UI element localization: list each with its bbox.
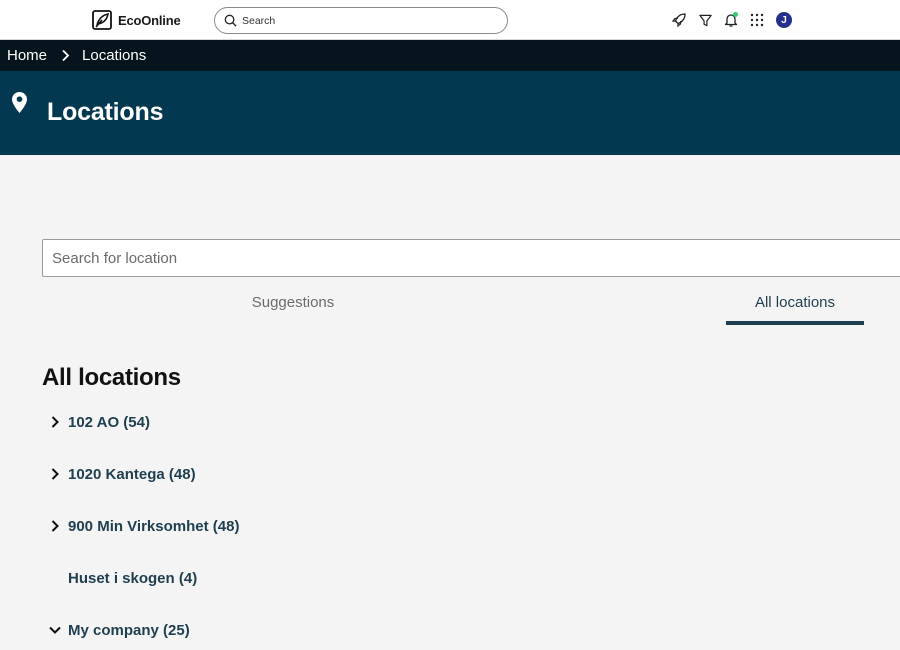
brand-name: EcoOnline — [118, 12, 181, 28]
tree-item-label[interactable]: 900 Min Virksomhet (48) — [68, 518, 239, 535]
user-avatar[interactable]: J — [776, 12, 792, 28]
rocket-icon[interactable] — [670, 11, 688, 29]
location-search[interactable] — [42, 239, 900, 277]
ecoonline-logo-icon — [92, 10, 112, 30]
global-search[interactable] — [214, 7, 508, 34]
tree-item-label[interactable]: Huset i skogen (4) — [68, 570, 197, 587]
chevron-right-icon[interactable] — [46, 517, 64, 535]
tab-suggestions[interactable]: Suggestions — [190, 294, 396, 326]
breadcrumb: Home Locations — [0, 40, 900, 71]
filter-icon[interactable] — [696, 11, 714, 29]
section-title: All locations — [42, 364, 181, 391]
tree-item-label[interactable]: My company (25) — [68, 622, 190, 639]
active-tab-indicator — [726, 321, 864, 325]
tree-item[interactable]: 102 AO (54) — [46, 410, 150, 434]
topbar-actions: J — [670, 11, 792, 29]
tree-item[interactable]: 1020 Kantega (48) — [46, 462, 196, 486]
tree-item-label[interactable]: 102 AO (54) — [68, 414, 150, 431]
tree-item-label[interactable]: 1020 Kantega (48) — [68, 466, 196, 483]
tree-item[interactable]: Huset i skogen (4) — [46, 566, 197, 590]
top-navigation-bar: EcoOnline Search J — [0, 0, 900, 40]
breadcrumb-home[interactable]: Home — [7, 47, 47, 64]
tree-item[interactable]: 900 Min Virksomhet (48) — [46, 514, 239, 538]
tree-item[interactable]: My company (25) — [46, 618, 190, 642]
global-search-input[interactable] — [242, 14, 482, 27]
bell-icon[interactable] — [722, 11, 740, 29]
ecoonline-logo[interactable]: EcoOnline — [91, 9, 181, 31]
chevron-down-icon[interactable] — [46, 621, 64, 639]
location-search-input[interactable] — [43, 240, 900, 276]
chevron-right-icon[interactable] — [46, 465, 64, 483]
apps-grid-icon[interactable] — [748, 11, 766, 29]
breadcrumb-current: Locations — [82, 47, 147, 64]
page-title: Locations — [47, 98, 164, 126]
notification-dot — [733, 12, 738, 17]
chevron-right-icon — [61, 49, 70, 62]
page-header: Locations — [0, 71, 900, 155]
location-pin-icon — [12, 92, 27, 113]
search-icon — [224, 14, 237, 27]
chevron-right-icon[interactable] — [46, 413, 64, 431]
